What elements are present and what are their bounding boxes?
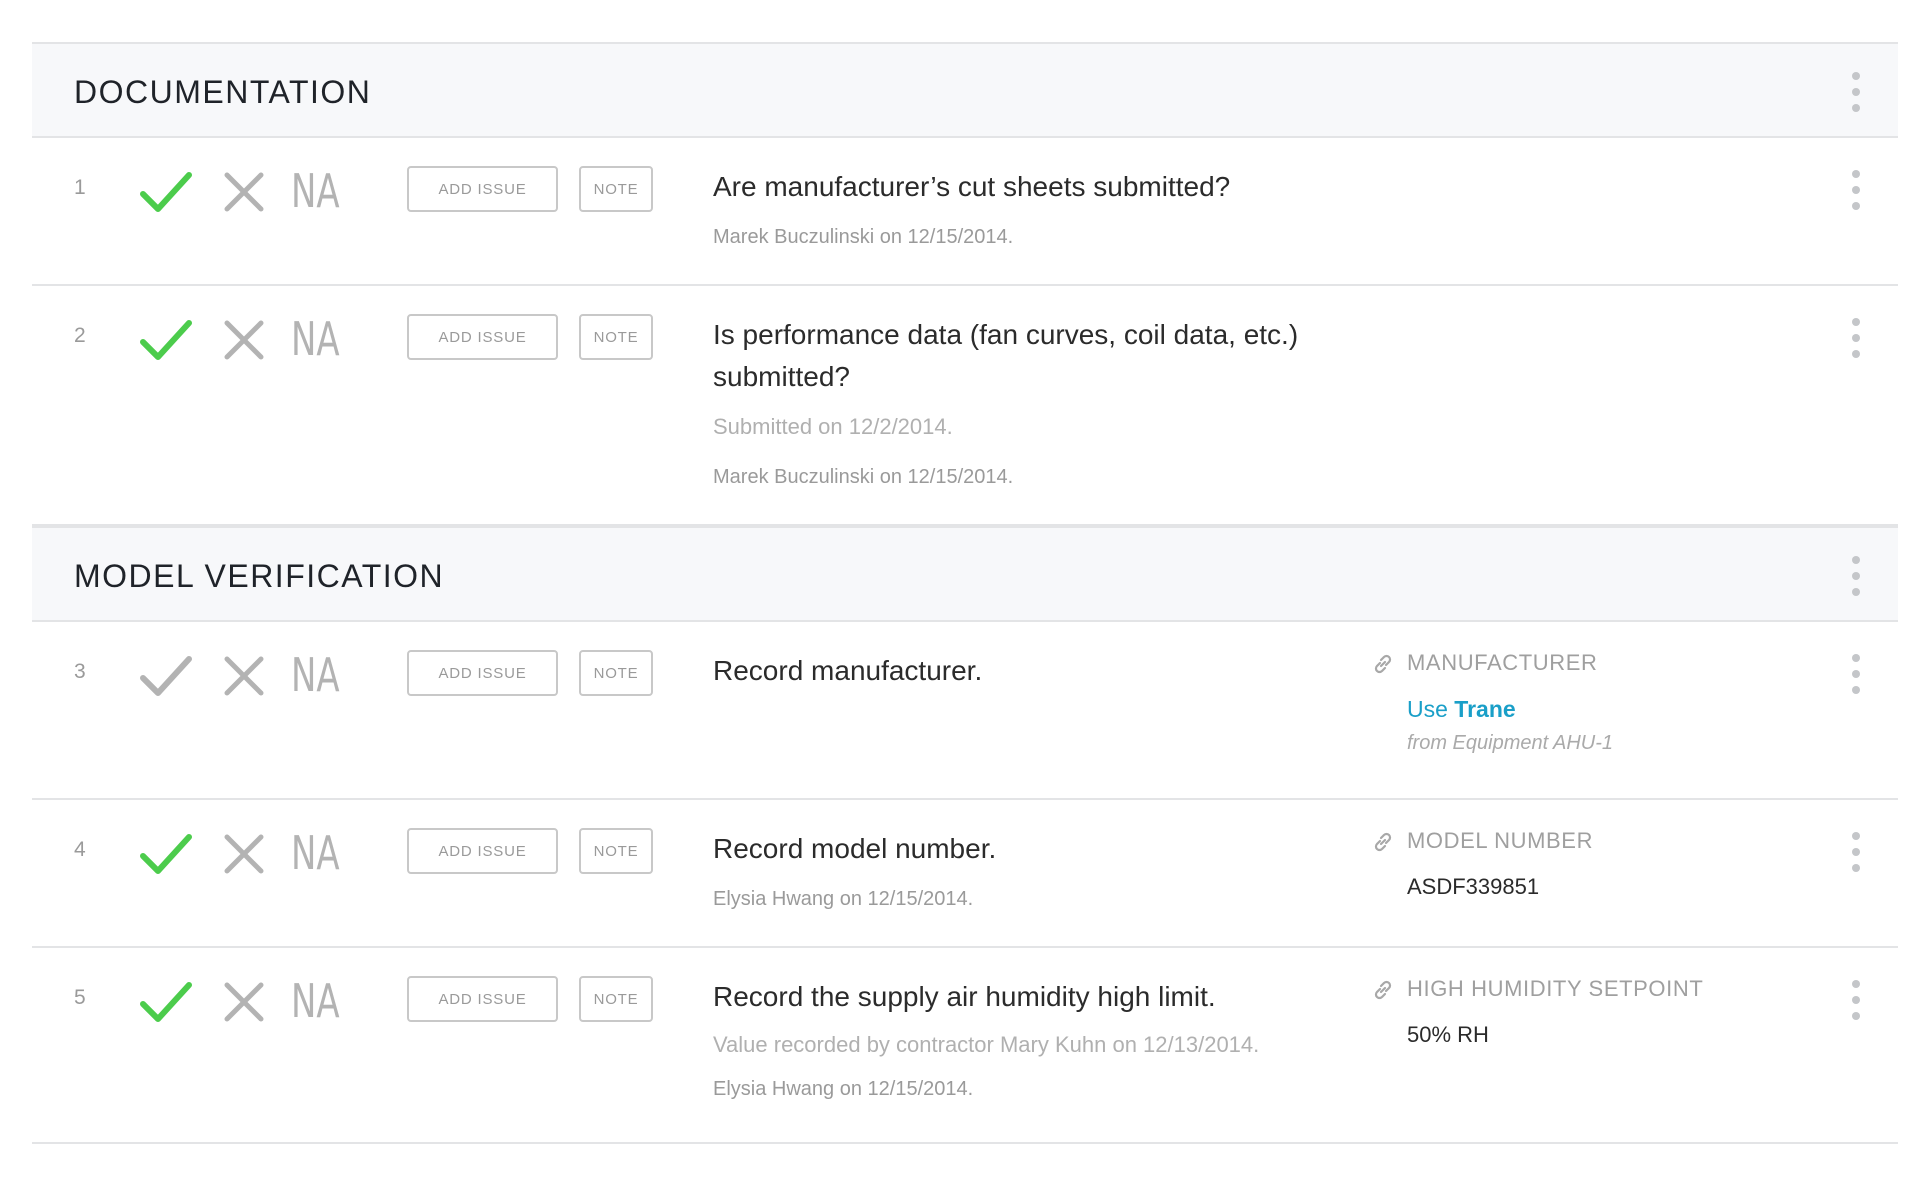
note-button[interactable]: NOTE	[579, 976, 653, 1022]
kebab-menu-icon[interactable]	[1852, 556, 1860, 596]
use-prefix: Use	[1407, 696, 1448, 722]
row-number: 4	[74, 838, 86, 861]
link-icon	[1374, 980, 1392, 1000]
note-button[interactable]: NOTE	[579, 314, 653, 360]
x-icon[interactable]	[222, 654, 266, 698]
kebab-menu-icon[interactable]	[1852, 654, 1860, 694]
signoff-text: Marek Buczulinski on 12/15/2014.	[713, 226, 1014, 248]
note-button[interactable]: NOTE	[579, 166, 653, 212]
x-icon[interactable]	[222, 170, 266, 214]
checklist-row: 1 NA ADD ISSUE NOTE Are manufacturer’s c…	[32, 138, 1898, 286]
x-icon[interactable]	[222, 980, 266, 1024]
signoff-text: Elysia Hwang on 12/15/2014.	[713, 1078, 974, 1100]
note-text: Value recorded by contractor Mary Kuhn o…	[713, 1032, 1260, 1057]
na-toggle[interactable]: NA	[291, 826, 340, 880]
question-text: Record the supply air humidity high limi…	[713, 981, 1216, 1012]
x-icon[interactable]	[222, 318, 266, 362]
question-text: Are manufacturer’s cut sheets submitted?	[713, 171, 1231, 202]
note-text: Submitted on 12/2/2014.	[713, 414, 953, 439]
source-note: from Equipment AHU-1	[1407, 732, 1613, 754]
check-icon[interactable]	[140, 832, 192, 876]
na-toggle[interactable]: NA	[291, 164, 340, 218]
check-icon[interactable]	[140, 318, 192, 362]
use-suggested-value-link[interactable]: Use Trane	[1407, 696, 1516, 723]
field-label: HIGH HUMIDITY SETPOINT	[1407, 976, 1704, 1001]
link-icon	[1374, 832, 1392, 852]
add-issue-button[interactable]: ADD ISSUE	[407, 828, 558, 874]
add-issue-button[interactable]: ADD ISSUE	[407, 314, 558, 360]
kebab-menu-icon[interactable]	[1852, 980, 1860, 1020]
signoff-text: Elysia Hwang on 12/15/2014.	[713, 888, 974, 910]
kebab-menu-icon[interactable]	[1852, 318, 1860, 358]
field-label: MANUFACTURER	[1407, 650, 1598, 675]
na-toggle[interactable]: NA	[291, 648, 340, 702]
check-icon[interactable]	[140, 654, 192, 698]
link-icon	[1374, 654, 1392, 674]
row-number: 1	[74, 176, 86, 199]
field-label: MODEL NUMBER	[1407, 828, 1594, 853]
kebab-menu-icon[interactable]	[1852, 832, 1860, 872]
section-header-documentation: DOCUMENTATION	[32, 42, 1898, 138]
question-text: Is performance data (fan curves, coil da…	[713, 319, 1299, 392]
checklist-row: 4 NA ADD ISSUE NOTE Record model number.…	[32, 800, 1898, 948]
question-text: Record manufacturer.	[713, 655, 983, 686]
suggested-value: Trane	[1454, 696, 1516, 722]
checklist-row: 2 NA ADD ISSUE NOTE Is performance data …	[32, 286, 1898, 526]
checklist: DOCUMENTATION 1 NA ADD ISSUE NOTE Are ma…	[32, 42, 1898, 1144]
field-value: 50% RH	[1407, 1022, 1489, 1047]
note-button[interactable]: NOTE	[579, 650, 653, 696]
add-issue-button[interactable]: ADD ISSUE	[407, 650, 558, 696]
row-number: 2	[74, 324, 86, 347]
section-header-model-verification: MODEL VERIFICATION	[32, 526, 1898, 622]
field-value: ASDF339851	[1407, 874, 1540, 899]
row-number: 5	[74, 986, 86, 1009]
kebab-menu-icon[interactable]	[1852, 72, 1860, 112]
section-title: MODEL VERIFICATION	[74, 558, 445, 594]
checklist-row: 3 NA ADD ISSUE NOTE Record manufacturer.…	[32, 622, 1898, 800]
row-number: 3	[74, 660, 86, 683]
check-icon[interactable]	[140, 980, 192, 1024]
add-issue-button[interactable]: ADD ISSUE	[407, 166, 558, 212]
na-toggle[interactable]: NA	[291, 974, 340, 1028]
na-toggle[interactable]: NA	[291, 312, 340, 366]
checklist-row: 5 NA ADD ISSUE NOTE Record the supply ai…	[32, 948, 1898, 1144]
add-issue-button[interactable]: ADD ISSUE	[407, 976, 558, 1022]
section-title: DOCUMENTATION	[74, 74, 372, 110]
check-icon[interactable]	[140, 170, 192, 214]
kebab-menu-icon[interactable]	[1852, 170, 1860, 210]
question-text: Record model number.	[713, 833, 997, 864]
note-button[interactable]: NOTE	[579, 828, 653, 874]
signoff-text: Marek Buczulinski on 12/15/2014.	[713, 466, 1014, 488]
x-icon[interactable]	[222, 832, 266, 876]
